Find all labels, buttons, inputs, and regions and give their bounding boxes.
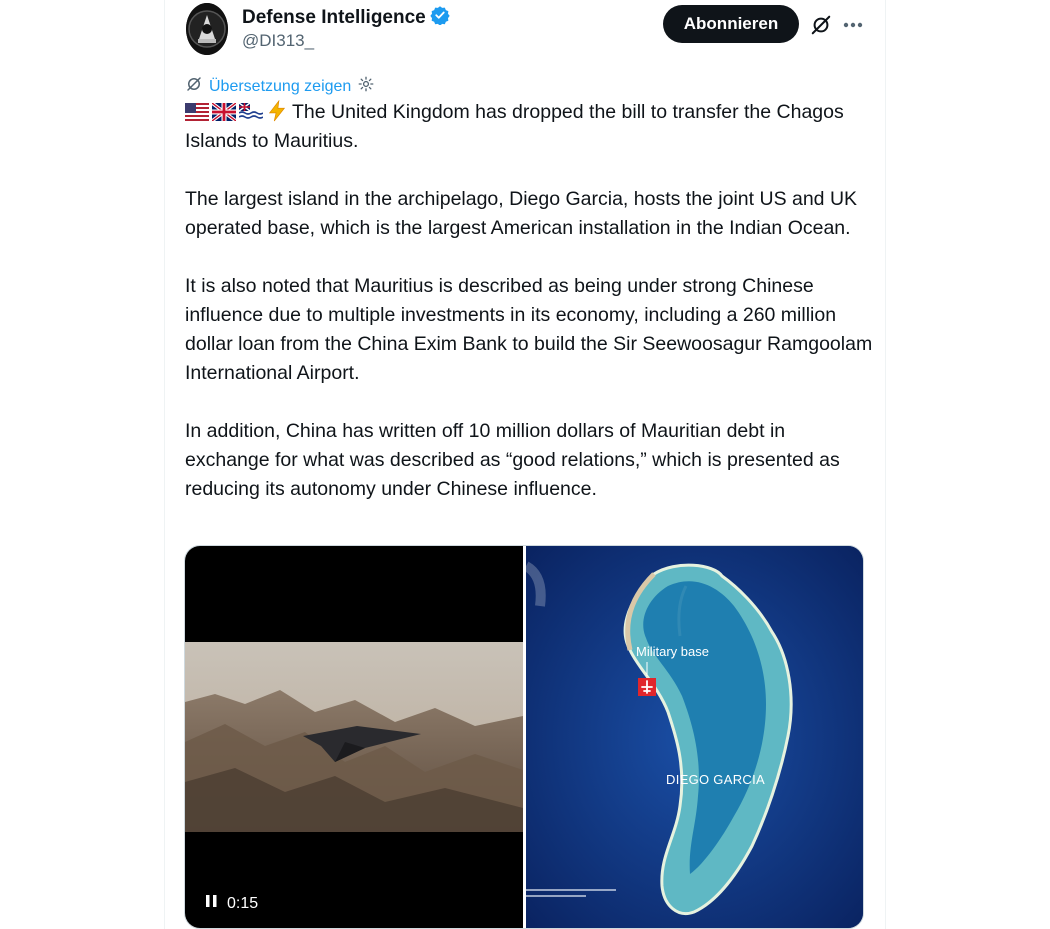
author-name[interactable]: Defense Intelligence [242,7,426,29]
translate-link[interactable]: Übersetzung zeigen [185,75,375,98]
grok-translate-icon [185,75,203,98]
more-icon[interactable] [840,12,866,38]
video-controls[interactable]: 0:15 [205,893,258,914]
flag-emojis [185,100,288,122]
video-time: 0:15 [227,894,259,912]
tweet-paragraph-3: It is also noted that Mauritius is descr… [185,275,873,384]
map-label-military-base: Military base [636,644,709,659]
lightning-icon [268,100,286,122]
pause-icon[interactable] [205,893,219,914]
author-handle[interactable]: @DI313_ [242,31,314,51]
translate-label[interactable]: Übersetzung zeigen [209,78,351,96]
tweet-paragraph-2: The largest island in the archipelago, D… [185,188,858,239]
gear-icon[interactable] [357,75,375,98]
verified-badge-icon [430,5,450,30]
map-label-diego-garcia: DIEGO GARCIA [666,772,765,787]
diego-garcia-map [523,546,863,928]
biot-flag-icon [239,103,263,121]
video-player[interactable]: 0:15 [185,546,523,928]
us-flag-icon [185,103,209,121]
map-image[interactable]: Military base DIEGO GARCIA [523,546,863,928]
video-frame-image [185,642,523,832]
tweet-text: The United Kingdom has dropped the bill … [185,98,875,504]
media-container[interactable]: 0:15 Military base DIEGO GARCIA [184,545,864,929]
author-name-row[interactable]: Defense Intelligence [242,5,450,30]
subscribe-button[interactable]: Abonnieren [663,5,799,43]
uk-flag-icon [212,103,236,121]
tweet-paragraph-4: In addition, China has written off 10 mi… [185,420,840,500]
grok-icon[interactable] [808,12,834,38]
avatar[interactable] [186,3,228,55]
